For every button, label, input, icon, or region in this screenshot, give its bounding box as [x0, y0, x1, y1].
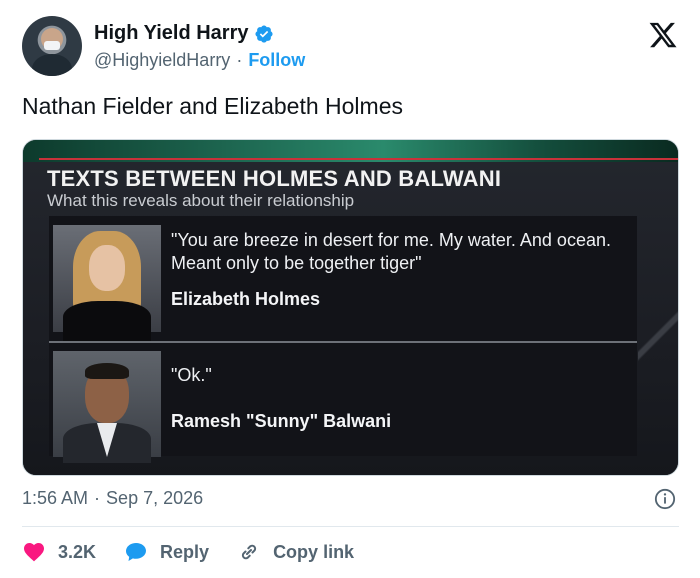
timestamp-date[interactable]: Sep 7, 2026	[106, 488, 203, 509]
media-edge-line	[638, 216, 678, 456]
reply-button[interactable]: Reply	[124, 540, 209, 564]
holmes-face	[89, 245, 125, 291]
balwani-hair	[85, 363, 129, 379]
like-count: 3.2K	[58, 541, 97, 562]
handle-separator: ·	[236, 50, 243, 70]
like-button[interactable]: 3.2K	[22, 540, 96, 564]
display-name[interactable]: High Yield Harry	[94, 22, 249, 45]
timestamp[interactable]: 1:56 AM · Sep 7, 2026	[22, 488, 203, 509]
copy-link-label: Copy link	[273, 541, 355, 562]
messages-divider	[49, 341, 637, 343]
timestamp-time[interactable]: 1:56 AM	[22, 488, 88, 509]
heart-icon	[24, 543, 44, 562]
tweet-media[interactable]: TEXTS BETWEEN HOLMES AND BALWANI What th…	[22, 139, 679, 476]
tweet-header: High Yield Harry @HighyieldHarry · Follo…	[22, 16, 682, 78]
copy-link-button[interactable]: Copy link	[237, 540, 354, 564]
avatar[interactable]	[22, 16, 82, 76]
balwani-speaker: Ramesh "Sunny" Balwani	[171, 411, 392, 431]
reply-icon	[126, 543, 147, 561]
handle[interactable]: @HighyieldHarry	[94, 50, 230, 71]
balwani-photo	[53, 351, 161, 463]
verified-badge-icon	[254, 24, 273, 43]
tweet-text: Nathan Fielder and Elizabeth Holmes	[22, 93, 403, 119]
handle-row: @HighyieldHarry · Follow	[94, 50, 305, 71]
holmes-photo	[53, 225, 161, 341]
link-icon	[242, 544, 257, 560]
x-logo-icon[interactable]	[648, 20, 678, 50]
reply-label: Reply	[160, 541, 210, 562]
follow-button[interactable]: Follow	[248, 50, 305, 71]
holmes-speaker: Elizabeth Holmes	[171, 289, 321, 309]
balwani-quote: "Ok."	[171, 365, 212, 385]
timestamp-separator: ·	[94, 488, 101, 508]
holmes-quote: "You are breeze in desert for me. My wat…	[171, 230, 611, 273]
media-subhead: What this reveals about their relationsh…	[47, 191, 355, 210]
action-bar: 3.2K Reply Copy link	[22, 540, 382, 564]
info-icon[interactable]	[654, 488, 676, 510]
media-red-rule	[39, 158, 678, 160]
avatar-mask	[44, 41, 60, 50]
holmes-body	[63, 301, 151, 341]
footer-divider	[22, 526, 679, 527]
media-headline: TEXTS BETWEEN HOLMES AND BALWANI	[47, 166, 502, 191]
name-row: High Yield Harry	[94, 22, 274, 45]
